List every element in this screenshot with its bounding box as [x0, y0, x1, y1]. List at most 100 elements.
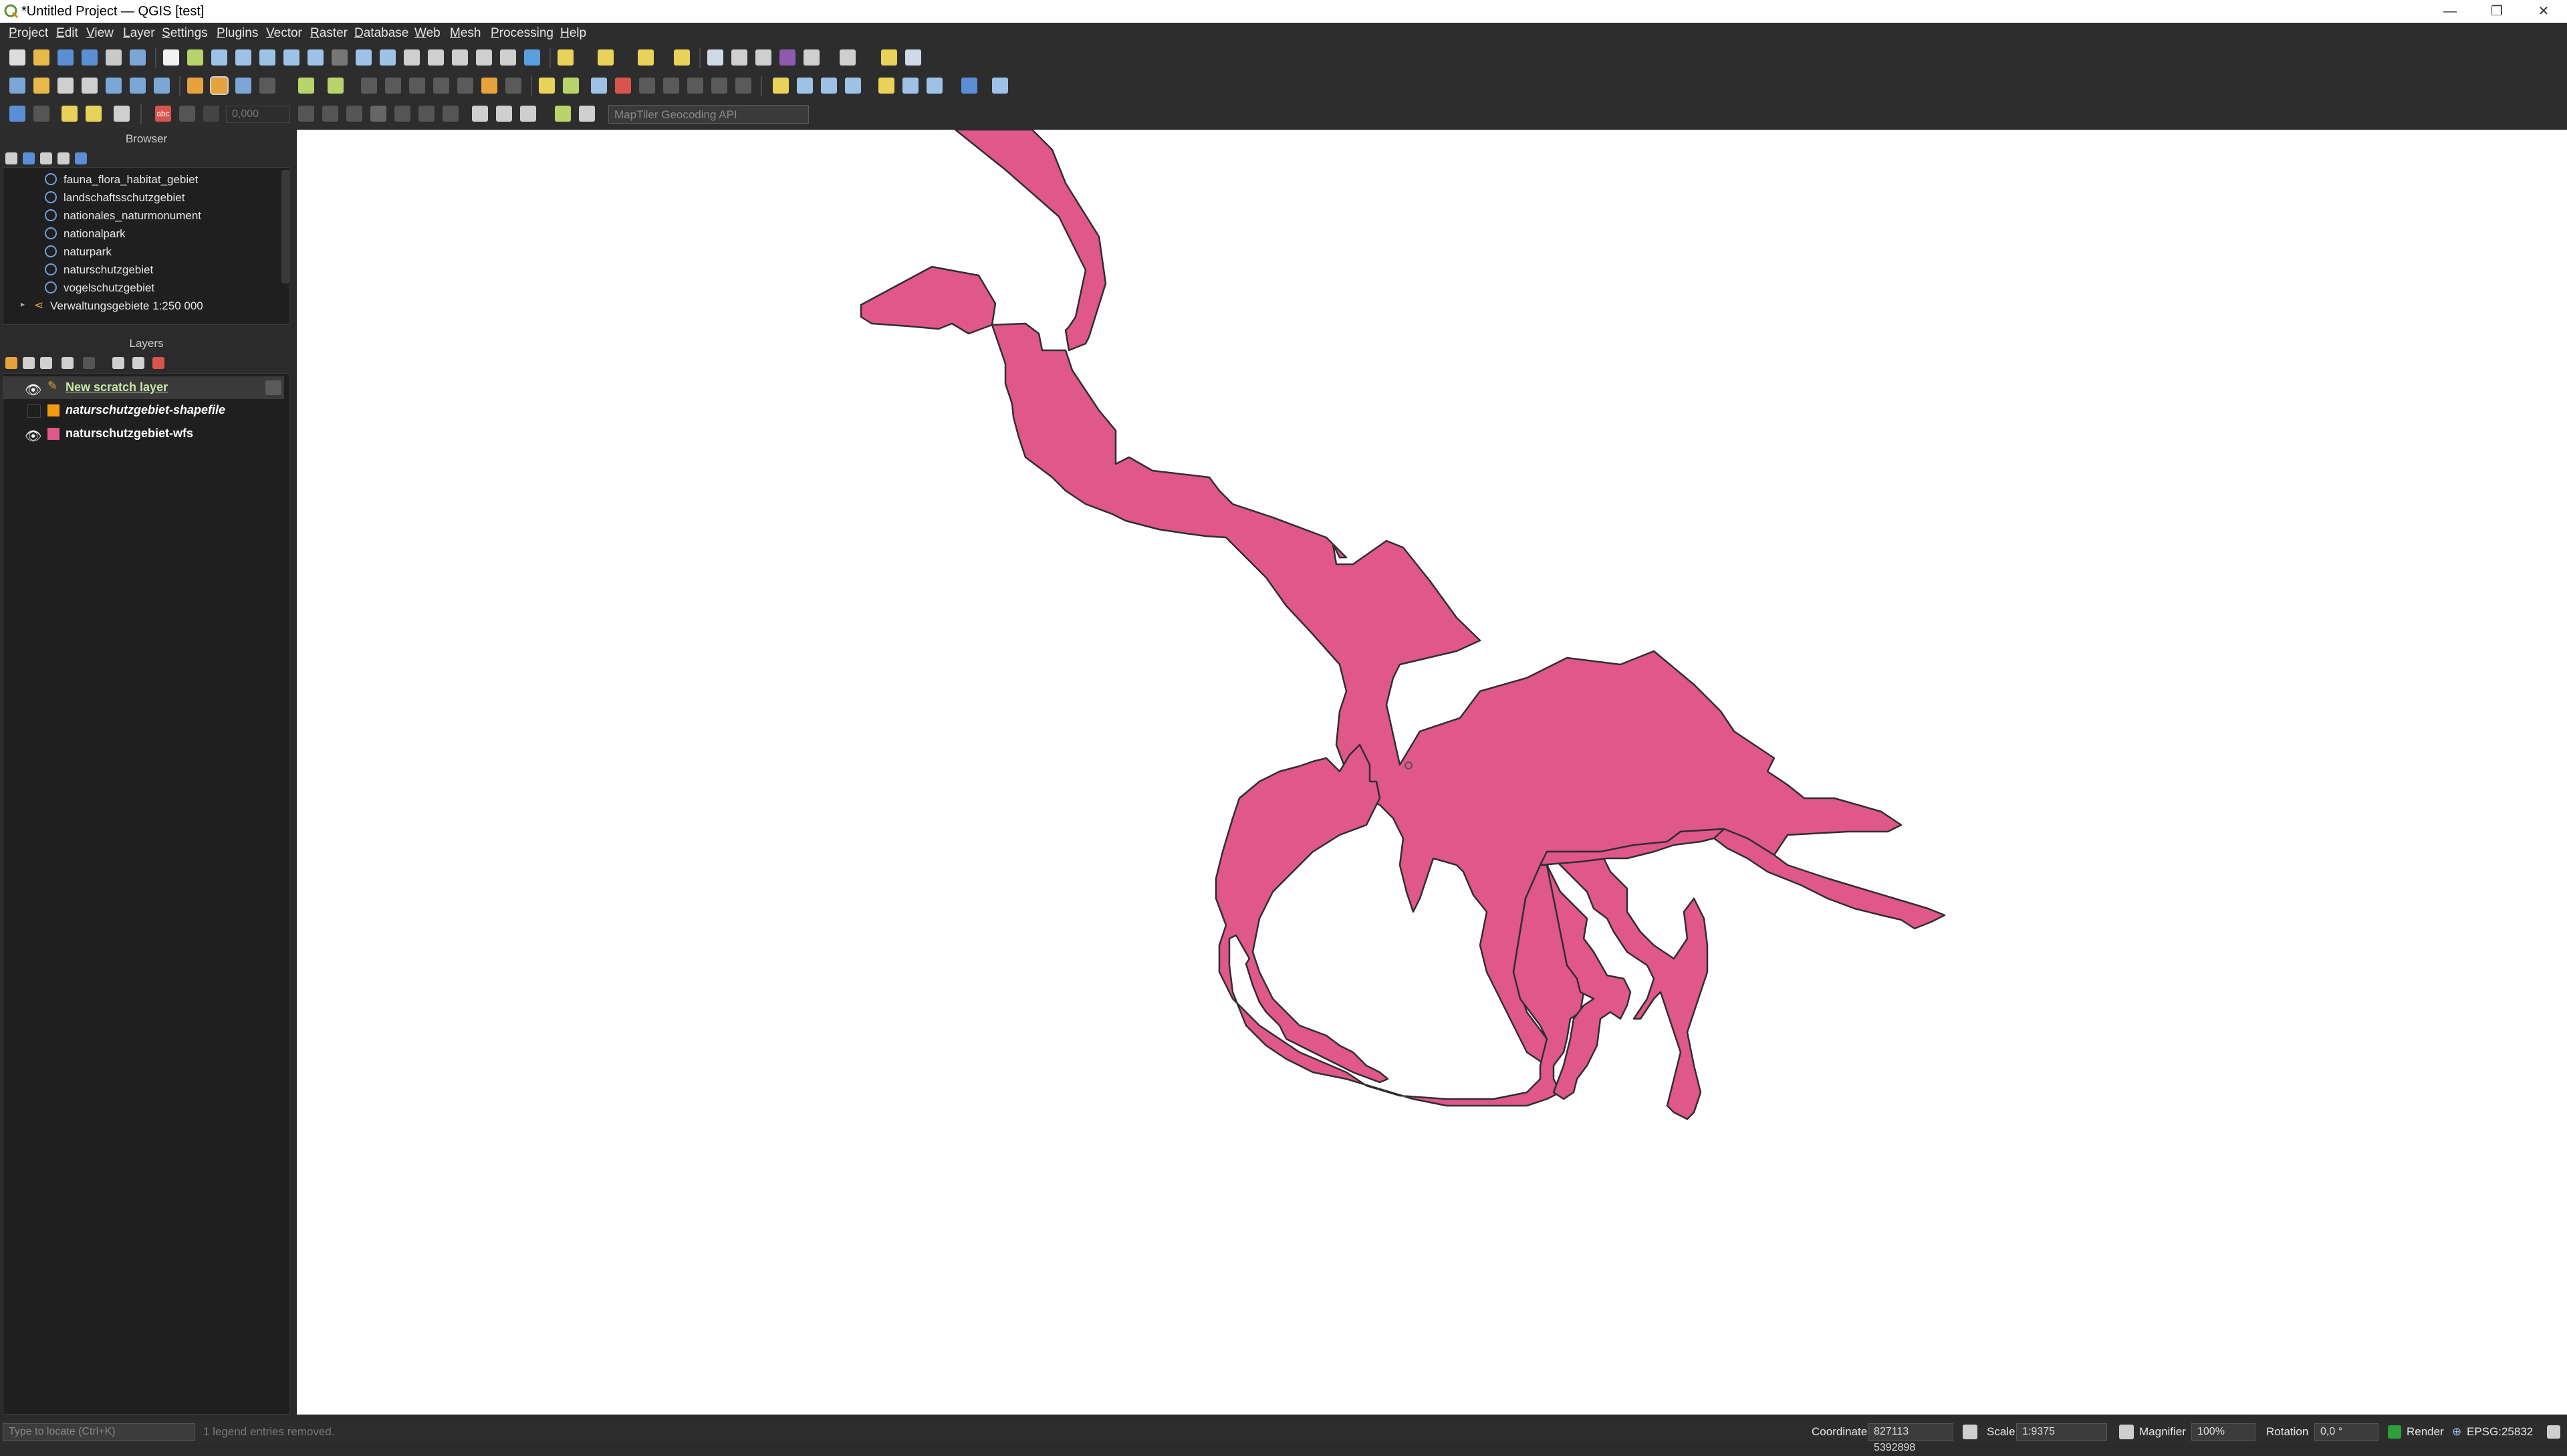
geocoder-search-input[interactable]: MapTiler Geocoding API — [608, 105, 809, 124]
plugin-3-icon[interactable] — [927, 78, 943, 94]
rotate-label-icon[interactable] — [663, 78, 679, 94]
snap-e-icon[interactable] — [394, 106, 410, 122]
new-project-icon[interactable] — [9, 49, 25, 66]
filter-expression-icon[interactable] — [83, 357, 95, 369]
layout-manager-icon[interactable] — [130, 49, 146, 66]
measure-icon[interactable] — [840, 49, 856, 66]
zoom-last-icon[interactable] — [356, 49, 372, 66]
toggle-extents-icon[interactable] — [1963, 1425, 1977, 1439]
zoom-to-layer-icon[interactable] — [308, 49, 324, 66]
add-polygon-icon[interactable] — [298, 78, 314, 94]
expand-arrow-icon[interactable]: ▸ — [21, 299, 25, 309]
text-annotation-icon[interactable] — [905, 49, 921, 66]
layer-row[interactable]: 👁 naturschutzgebiet-wfs — [3, 422, 284, 445]
collapse-all-layers-icon[interactable] — [132, 357, 144, 369]
pan-to-selection-icon[interactable] — [187, 49, 203, 66]
browser-item[interactable]: nationales_naturmonument — [64, 209, 201, 223]
label-toolbar-icon[interactable] — [539, 78, 555, 94]
wfs-icon[interactable] — [821, 78, 837, 94]
visibility-eye-icon[interactable]: 👁 — [25, 428, 41, 445]
browser-group[interactable]: Verwaltungsgebiete 1:250 000 — [50, 299, 203, 313]
plugin-5-icon[interactable] — [992, 78, 1008, 94]
menu-view[interactable]: View — [86, 26, 114, 41]
highlight-pinned-icon[interactable] — [591, 78, 607, 94]
attribute-table-icon[interactable] — [731, 49, 747, 66]
select-by-value-icon[interactable] — [598, 49, 614, 66]
redo-icon[interactable] — [505, 78, 521, 94]
plugin-1-icon[interactable] — [773, 78, 789, 94]
close-button[interactable]: ✕ — [2520, 0, 2567, 23]
coordinate-field[interactable]: 827113 5392898 — [1868, 1423, 1953, 1453]
data-source-manager-icon[interactable] — [9, 78, 25, 94]
wcs-icon[interactable] — [845, 78, 861, 94]
zoom-out-icon[interactable] — [235, 49, 251, 66]
menu-database[interactable]: Database — [354, 26, 408, 41]
browser-item[interactable]: vogelschutzgebiet — [64, 281, 154, 295]
minimize-button[interactable]: — — [2427, 0, 2473, 23]
menu-web[interactable]: Web — [414, 26, 441, 41]
style-dock-icon[interactable] — [5, 357, 17, 369]
map-canvas[interactable] — [297, 128, 2567, 1415]
modify-attributes-icon[interactable] — [361, 78, 377, 94]
delete-selected-icon[interactable] — [385, 78, 401, 94]
undo-snap-icon[interactable] — [443, 106, 459, 122]
move-label-icon[interactable] — [639, 78, 655, 94]
remove-layer-icon[interactable] — [152, 357, 164, 369]
toolbox-icon[interactable] — [804, 49, 820, 66]
new-virtual-layer-icon[interactable] — [130, 78, 146, 94]
menu-edit[interactable]: Edit — [56, 26, 78, 41]
expand-all-icon[interactable] — [112, 357, 124, 369]
python-console-icon[interactable] — [878, 78, 894, 94]
paste-features-icon[interactable] — [457, 78, 473, 94]
cloud-sync-icon[interactable] — [33, 106, 49, 122]
open-project-icon[interactable] — [33, 49, 49, 66]
cut-features-icon[interactable] — [409, 78, 425, 94]
magnifier-field[interactable]: 100% — [2191, 1423, 2255, 1441]
pin-labels-icon[interactable] — [563, 78, 579, 94]
menu-settings[interactable]: Settings — [162, 26, 208, 41]
cloud-icon[interactable] — [9, 106, 25, 122]
refresh-icon[interactable] — [524, 49, 540, 66]
new-3d-view-icon[interactable] — [428, 49, 444, 66]
undo-icon[interactable] — [481, 78, 497, 94]
menu-help[interactable]: Help — [560, 26, 586, 41]
show-bookmarks-icon[interactable] — [476, 49, 492, 66]
zoom-next-icon[interactable] — [380, 49, 396, 66]
new-map-view-icon[interactable] — [404, 49, 420, 66]
collapse-all-icon[interactable] — [57, 152, 70, 164]
zoom-full-icon[interactable] — [259, 49, 275, 66]
offset-input[interactable]: 0,000 — [226, 106, 290, 123]
menu-processing[interactable]: Processing — [491, 26, 554, 41]
plugin-a-icon[interactable] — [62, 106, 78, 122]
statistics-icon[interactable] — [779, 49, 796, 66]
lock-scale-icon[interactable] — [2119, 1425, 2134, 1439]
map-tips-icon[interactable] — [881, 49, 897, 66]
deselect-icon[interactable] — [638, 49, 654, 66]
messages-icon[interactable] — [2547, 1425, 2560, 1439]
refresh-browser-icon[interactable] — [23, 152, 35, 164]
properties-icon[interactable] — [75, 152, 87, 164]
browser-item[interactable]: landschaftsschutzgebiet — [64, 191, 185, 205]
browser-item[interactable]: fauna_flora_habitat_gebiet — [64, 173, 198, 187]
save-project-icon[interactable] — [57, 49, 74, 66]
manage-visibility-icon[interactable] — [40, 357, 52, 369]
pan-map-icon[interactable] — [163, 49, 179, 66]
rotation-field[interactable]: 0,0 ° — [2314, 1423, 2378, 1441]
label-option-icon[interactable] — [203, 106, 219, 122]
browser-item[interactable]: nationalpark — [64, 227, 126, 241]
change-label-icon[interactable] — [687, 78, 703, 94]
zoom-in-icon[interactable] — [211, 49, 227, 66]
georef-b-icon[interactable] — [496, 106, 512, 122]
visibility-checkbox[interactable] — [27, 404, 41, 418]
show-hide-labels-icon[interactable] — [615, 78, 631, 94]
browser-scrollbar[interactable] — [281, 170, 289, 283]
label-style-icon[interactable] — [179, 106, 195, 122]
diagram-options-icon[interactable] — [735, 78, 751, 94]
new-spatialite-icon[interactable] — [82, 78, 98, 94]
field-calculator-icon[interactable] — [755, 49, 771, 66]
layer-row[interactable]: naturschutzgebiet-shapefile — [3, 399, 284, 422]
snap-b-icon[interactable] — [322, 106, 338, 122]
copy-features-icon[interactable] — [433, 78, 449, 94]
georef-a-icon[interactable] — [472, 106, 488, 122]
snap-a-icon[interactable] — [298, 106, 314, 122]
